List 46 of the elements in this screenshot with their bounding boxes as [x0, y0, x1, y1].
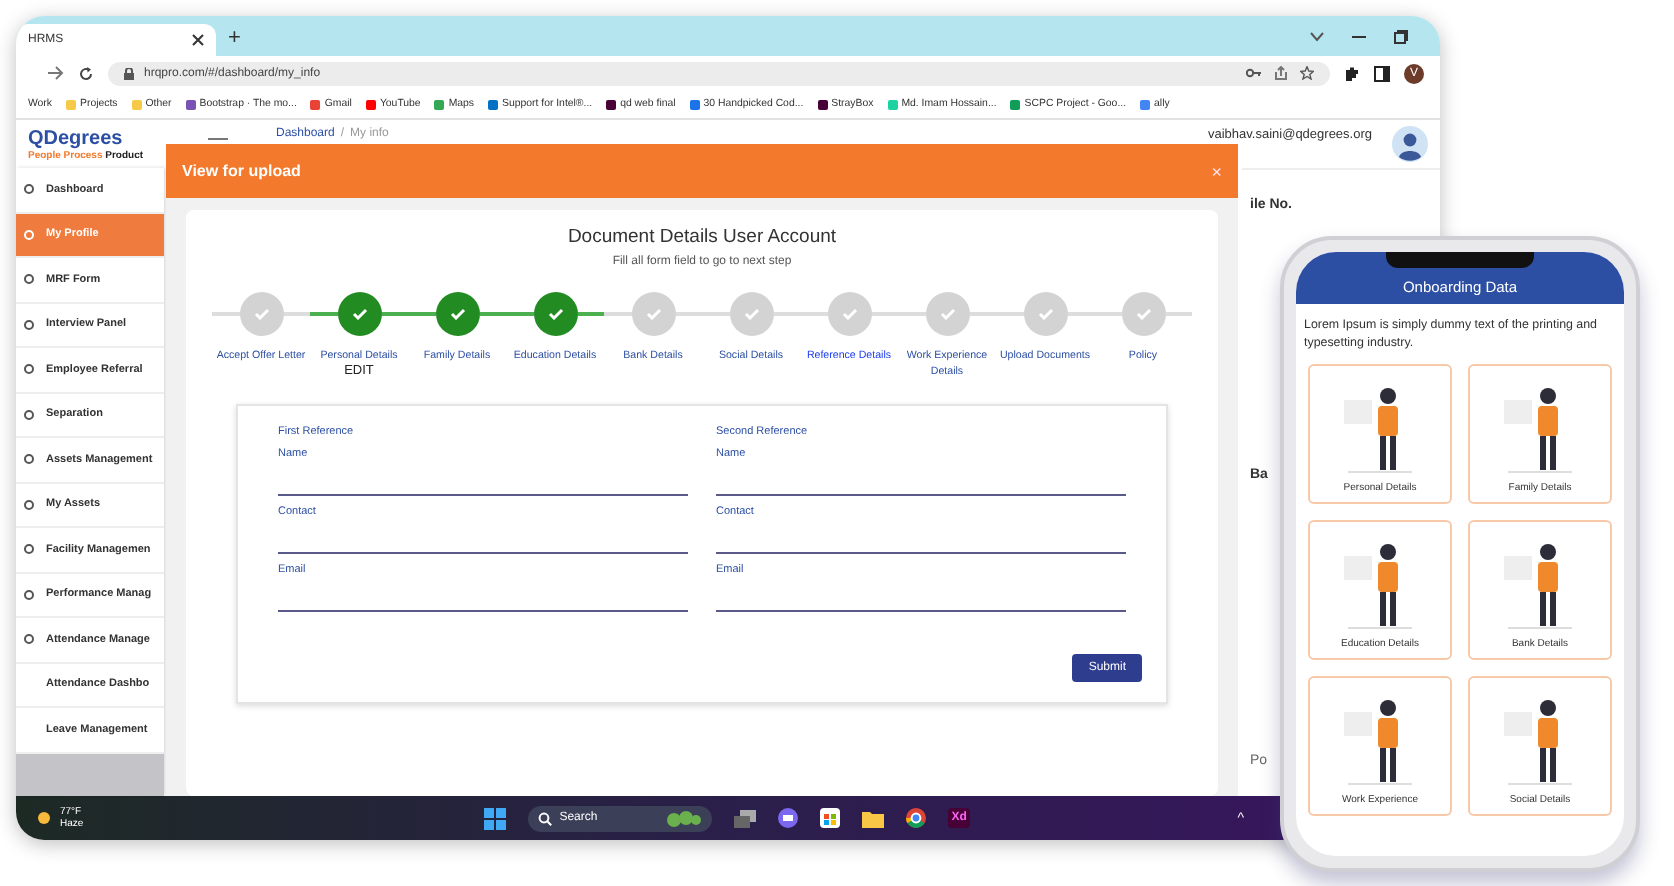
step-check-icon[interactable]	[1023, 292, 1067, 336]
step-check-icon[interactable]	[827, 292, 871, 336]
avatar-icon[interactable]	[1392, 126, 1428, 162]
step-check-icon[interactable]	[337, 292, 381, 336]
step-check-icon[interactable]	[1121, 292, 1165, 336]
close-icon[interactable]	[192, 34, 204, 46]
step-check-icon[interactable]	[533, 292, 577, 336]
form-heading: Document Details User Account	[567, 226, 837, 248]
circle-icon	[24, 409, 34, 420]
circle-icon	[24, 364, 34, 375]
circle-icon	[24, 589, 34, 600]
step-check-icon[interactable]	[925, 292, 969, 336]
circle-icon	[24, 229, 34, 240]
circle-icon	[24, 184, 34, 195]
restore-icon[interactable]	[1394, 30, 1408, 44]
circle-icon	[24, 634, 34, 645]
circle-icon	[24, 544, 34, 555]
lock-icon	[124, 67, 134, 79]
dialog-title: View for upload	[182, 162, 301, 180]
key-icon[interactable]	[1246, 68, 1262, 78]
share-icon[interactable]	[1274, 66, 1288, 80]
search-icon	[537, 811, 552, 825]
step-check-icon[interactable]	[631, 292, 675, 336]
store-icon[interactable]	[819, 808, 840, 828]
sidebar-icon[interactable]	[1374, 65, 1390, 81]
step-check-icon[interactable]	[239, 292, 283, 336]
star-icon[interactable]	[1300, 66, 1314, 80]
puzzle-icon[interactable]	[1344, 65, 1360, 81]
new-tab-button[interactable]: +	[228, 28, 241, 50]
windows-start-icon[interactable]	[483, 807, 506, 829]
chrome-icon[interactable]	[905, 808, 926, 828]
minimize-icon[interactable]	[1352, 35, 1366, 39]
folder-icon[interactable]	[861, 809, 884, 827]
circle-icon	[24, 454, 34, 465]
step-check-icon[interactable]	[435, 292, 479, 336]
chat-icon[interactable]	[777, 808, 798, 828]
step-check-icon[interactable]	[729, 292, 773, 336]
sun-icon	[36, 810, 52, 826]
task-view-icon[interactable]	[733, 809, 756, 827]
circle-icon	[24, 274, 34, 285]
chevron-icon[interactable]	[1310, 32, 1324, 42]
circle-icon	[24, 319, 34, 330]
forward-arrow-icon[interactable]	[48, 66, 64, 80]
reload-icon[interactable]	[78, 65, 94, 81]
circle-icon	[24, 499, 34, 510]
plant-icon[interactable]	[665, 809, 702, 827]
